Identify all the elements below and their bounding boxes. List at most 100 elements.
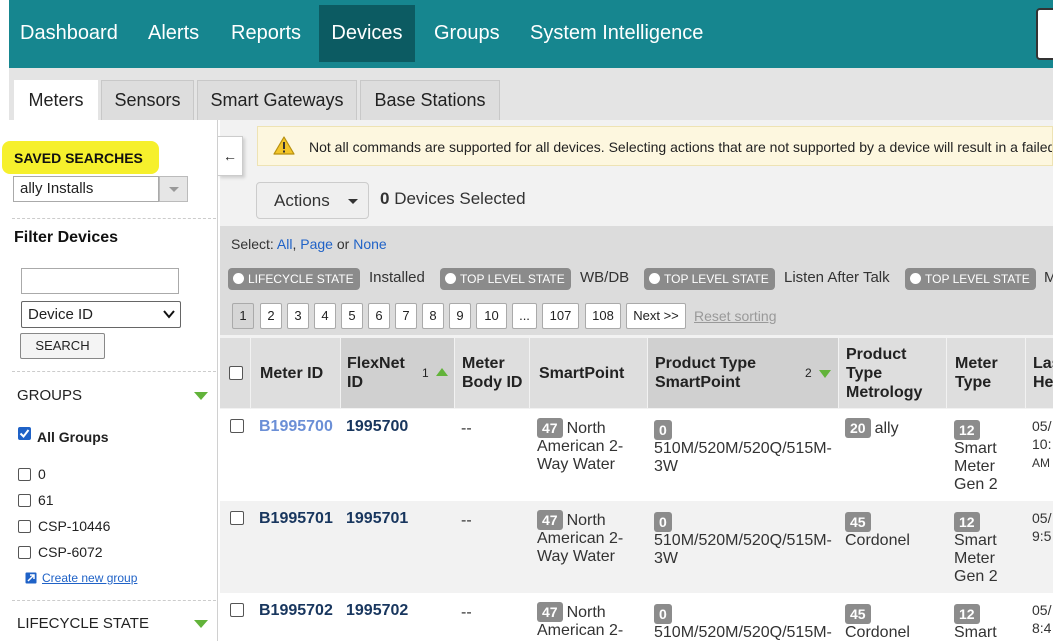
all-groups-checkbox[interactable]: [18, 427, 31, 440]
column-header-meter-id[interactable]: Meter ID: [250, 338, 340, 408]
arrow-left-icon: ←: [223, 148, 237, 164]
column-header-product-type-metrology[interactable]: Product Type Metrology: [838, 338, 946, 408]
nav-devices[interactable]: Devices: [319, 5, 415, 62]
warning-banner: Not all commands are supported for all d…: [257, 126, 1053, 166]
tab-smart-gateways[interactable]: Smart Gateways: [197, 80, 357, 120]
page-button[interactable]: 108: [585, 303, 621, 329]
group-checkbox[interactable]: [18, 468, 31, 481]
filter-chip-value: Installed: [369, 269, 425, 286]
select-all-link[interactable]: All: [277, 236, 293, 252]
filter-chip-value: WB/DB: [580, 269, 630, 286]
status-badge: 47: [537, 418, 563, 438]
chevron-down-icon: [169, 187, 179, 192]
group-checkbox[interactable]: [18, 546, 31, 559]
nav-alerts[interactable]: Alerts: [137, 5, 210, 62]
saved-search-dropdown-button[interactable]: [159, 176, 188, 202]
page-button[interactable]: 3: [287, 303, 309, 329]
meter-id-link[interactable]: B1995702: [259, 602, 333, 619]
actions-dropdown[interactable]: Actions: [256, 182, 369, 219]
group-label: 61: [38, 492, 54, 508]
tab-base-stations[interactable]: Base Stations: [360, 80, 500, 120]
expand-lifecycle-icon[interactable]: [194, 620, 208, 628]
select-line: Select: All, Page or None: [231, 236, 387, 252]
row-checkbox[interactable]: [230, 511, 244, 525]
page-button[interactable]: 8: [422, 303, 444, 329]
table-row: B1995700 1995700 -- 47 North American 2-W…: [220, 409, 1053, 501]
page-button[interactable]: 5: [341, 303, 363, 329]
filter-chip[interactable]: TOP LEVEL STATE: [905, 268, 1036, 290]
meter-id-link[interactable]: B1995700: [259, 418, 333, 435]
nav-reports[interactable]: Reports: [220, 5, 312, 62]
caret-down-icon: [348, 199, 358, 204]
product-type-text: 510M/520M/520Q/515M-3W: [654, 532, 832, 567]
group-checkbox[interactable]: [18, 520, 31, 533]
row-checkbox[interactable]: [230, 419, 244, 433]
sort-descending-icon: [819, 370, 831, 378]
select-prefix: Select:: [231, 236, 277, 252]
filter-field-value: Device ID: [28, 306, 94, 323]
last-heard-ampm: AM: [1032, 456, 1050, 470]
divider: [12, 371, 216, 372]
nav-dashboard[interactable]: Dashboard: [9, 5, 129, 62]
status-badge: 45: [845, 512, 871, 532]
column-header-smartpoint[interactable]: SmartPoint: [529, 338, 647, 408]
select-all-checkbox[interactable]: [229, 366, 243, 380]
meter-type-text: Smart: [954, 624, 997, 641]
groups-title: GROUPS: [17, 387, 83, 404]
flexnet-id-link[interactable]: 1995702: [346, 602, 408, 619]
last-heard-date: 05/: [1032, 418, 1052, 434]
page-button[interactable]: 2: [260, 303, 282, 329]
user-menu-button[interactable]: [1036, 8, 1053, 60]
row-checkbox[interactable]: [230, 603, 244, 617]
meter-id-link[interactable]: B1995701: [259, 510, 333, 527]
product-type-text: 510M/520M/520Q/515M-3W: [654, 440, 832, 475]
table-row: B1995701 1995701 -- 47 North American 2-W…: [220, 501, 1053, 593]
filter-chip-value: Listen After Talk: [784, 269, 890, 286]
lifecycle-state-title: LIFECYCLE STATE: [17, 615, 149, 632]
reset-sorting-link[interactable]: Reset sorting: [694, 308, 776, 324]
next-page-button[interactable]: Next >>: [626, 303, 686, 329]
page-button[interactable]: 1: [232, 303, 254, 329]
check-circle-icon: [445, 273, 456, 284]
select-page-link[interactable]: Page: [300, 236, 333, 252]
meter-type-text: Smart Meter Gen 2: [954, 532, 998, 585]
select-none-link[interactable]: None: [353, 236, 386, 252]
last-heard-time: 10:: [1032, 436, 1052, 452]
status-badge: 47: [537, 602, 563, 622]
status-badge: 20: [845, 418, 871, 438]
status-badge: 0: [654, 512, 672, 532]
divider: [12, 218, 216, 219]
check-icon: [19, 429, 30, 439]
create-group-link[interactable]: Create new group: [42, 571, 137, 585]
filter-value-input[interactable]: [21, 268, 179, 294]
metrology-text: Cordonel: [845, 532, 910, 549]
page-button[interactable]: 6: [368, 303, 390, 329]
filter-field-select[interactable]: Device ID: [21, 301, 181, 328]
page-button[interactable]: 10: [476, 303, 507, 329]
search-button[interactable]: SEARCH: [20, 333, 105, 359]
tab-sensors[interactable]: Sensors: [101, 80, 194, 120]
filter-chip[interactable]: TOP LEVEL STATE: [644, 268, 775, 290]
flexnet-id-link[interactable]: 1995701: [346, 510, 408, 527]
tab-meters[interactable]: Meters: [14, 80, 98, 120]
saved-search-select[interactable]: ally Installs: [13, 176, 159, 202]
column-header-meter-body-id[interactable]: Meter Body ID: [454, 338, 529, 408]
collapse-sidebar-button[interactable]: ←: [218, 136, 243, 176]
nav-groups[interactable]: Groups: [423, 5, 511, 62]
meter-body-id: --: [461, 512, 472, 529]
nav-system-intelligence[interactable]: System Intelligence: [519, 5, 714, 62]
page-button[interactable]: 7: [395, 303, 417, 329]
page-button[interactable]: 9: [449, 303, 471, 329]
flexnet-id-link[interactable]: 1995700: [346, 418, 408, 435]
page-button[interactable]: 4: [314, 303, 336, 329]
filter-chip[interactable]: LIFECYCLE STATE: [228, 268, 360, 290]
group-checkbox[interactable]: [18, 494, 31, 507]
table-row: B1995702 1995702 -- 47 North American 2- …: [220, 593, 1053, 641]
filter-chip-label: TOP LEVEL STATE: [460, 272, 565, 286]
expand-groups-icon[interactable]: [194, 392, 208, 400]
filter-chip-label: LIFECYCLE STATE: [248, 272, 354, 286]
page-button[interactable]: 107: [542, 303, 579, 329]
filter-chip[interactable]: TOP LEVEL STATE: [440, 268, 571, 290]
column-header-meter-type[interactable]: Meter Type: [946, 338, 1025, 408]
column-header-last-heard[interactable]: Las He: [1025, 338, 1053, 408]
